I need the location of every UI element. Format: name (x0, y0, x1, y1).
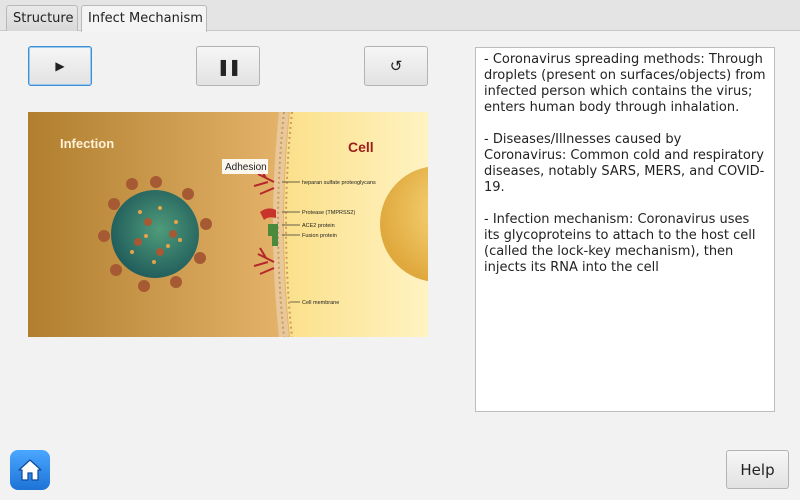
info-paragraph-diseases: - Diseases/Illnesses caused by Coronavir… (484, 132, 765, 195)
annotation-fusion: Fusion protein (302, 233, 337, 239)
annotation-heparan: heparan sulfate proteoglycans (302, 180, 376, 186)
help-button[interactable]: Help (726, 450, 789, 489)
adhesion-label: Adhesion (225, 162, 267, 173)
tab-bar: Structure Infect Mechanism (0, 0, 800, 32)
info-paragraph-spreading: - Coronavirus spreading methods: Through… (484, 52, 766, 115)
home-icon (18, 459, 42, 481)
info-paragraph-mechanism: - Infection mechanism: Coronavirus uses … (484, 212, 756, 275)
annotation-protease: Protease (TMPRSS2) (302, 210, 355, 216)
reset-button[interactable]: ↺ (364, 46, 428, 86)
pause-icon: ❚❚ (216, 56, 242, 76)
info-text-area[interactable]: - Coronavirus spreading methods: Through… (475, 47, 775, 412)
infection-label: Infection (60, 136, 114, 151)
tab-structure[interactable]: Structure (6, 5, 78, 31)
infection-illustration: Infection Cell Adhesion heparan sulfate … (28, 112, 428, 337)
pause-button[interactable]: ❚❚ (196, 46, 260, 86)
tab-infect-mechanism[interactable]: Infect Mechanism (81, 5, 207, 32)
reset-icon: ↺ (389, 57, 403, 75)
annotation-membrane: Cell membrane (302, 300, 339, 306)
cell-label: Cell (348, 139, 374, 155)
play-icon: ▶ (55, 59, 65, 73)
home-button[interactable] (10, 450, 50, 490)
annotation-ace2: ACE2 protein (302, 223, 335, 229)
play-button[interactable]: ▶ (28, 46, 92, 86)
